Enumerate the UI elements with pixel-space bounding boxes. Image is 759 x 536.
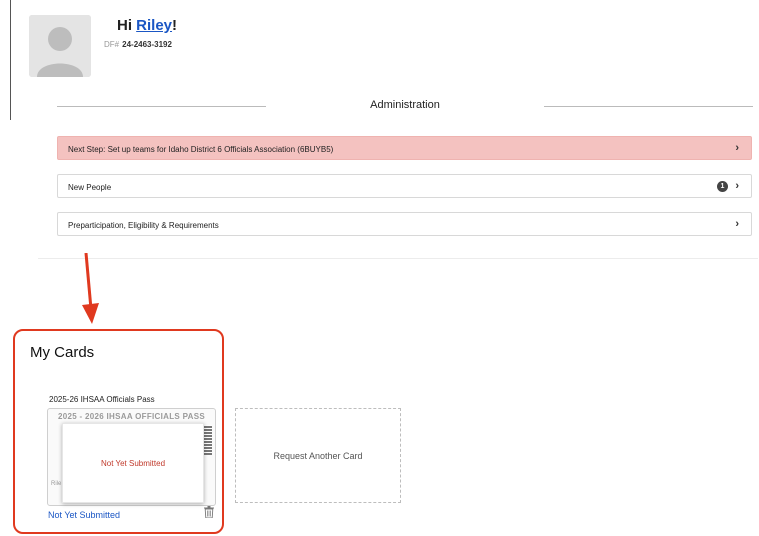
df-id: DF# 24-2463-3192	[104, 40, 172, 49]
request-card-label: Request Another Card	[273, 451, 363, 461]
row-label: New People	[68, 183, 112, 192]
card-label: 2025-26 IHSAA Officials Pass	[49, 395, 155, 404]
row-label: Preparticipation, Eligibility & Requirem…	[68, 221, 219, 230]
red-arrow-annotation-icon	[82, 253, 99, 324]
my-cards-title: My Cards	[30, 344, 95, 361]
qr-code-icon	[203, 425, 212, 455]
avatar-placeholder-icon	[29, 15, 91, 77]
df-id-value: 24-2463-3192	[122, 40, 172, 49]
chevron-right-icon: ›	[735, 218, 739, 230]
df-id-label: DF#	[104, 40, 120, 49]
card-image-title: 2025 - 2026 IHSAA OFFICIALS PASS	[58, 412, 205, 421]
administration-header: Administration	[57, 96, 753, 116]
card-holder-name: Rile	[51, 481, 62, 487]
not-submitted-overlay[interactable]: Not Yet Submitted	[62, 423, 204, 503]
section-title: Administration	[370, 99, 440, 111]
avatar[interactable]	[29, 15, 91, 77]
count-badge: 1	[717, 181, 728, 192]
preparticipation-row[interactable]: Preparticipation, Eligibility & Requirem…	[57, 212, 752, 236]
profile-name-link[interactable]: Riley	[136, 17, 172, 34]
trash-icon[interactable]	[204, 506, 214, 518]
status-link[interactable]: Not Yet Submitted	[48, 510, 120, 520]
section-divider	[38, 258, 758, 259]
row-label: Next Step: Set up teams for Idaho Distri…	[68, 145, 334, 154]
greeting: Hi Riley!	[117, 17, 178, 34]
chevron-right-icon: ›	[735, 180, 739, 192]
page-left-border	[10, 0, 11, 120]
overlay-status: Not Yet Submitted	[100, 459, 166, 468]
request-another-card-button[interactable]: Request Another Card	[235, 408, 401, 503]
chevron-right-icon: ›	[735, 142, 739, 154]
new-people-row[interactable]: New People 1 ›	[57, 174, 752, 198]
next-step-row[interactable]: Next Step: Set up teams for Idaho Distri…	[57, 136, 752, 160]
